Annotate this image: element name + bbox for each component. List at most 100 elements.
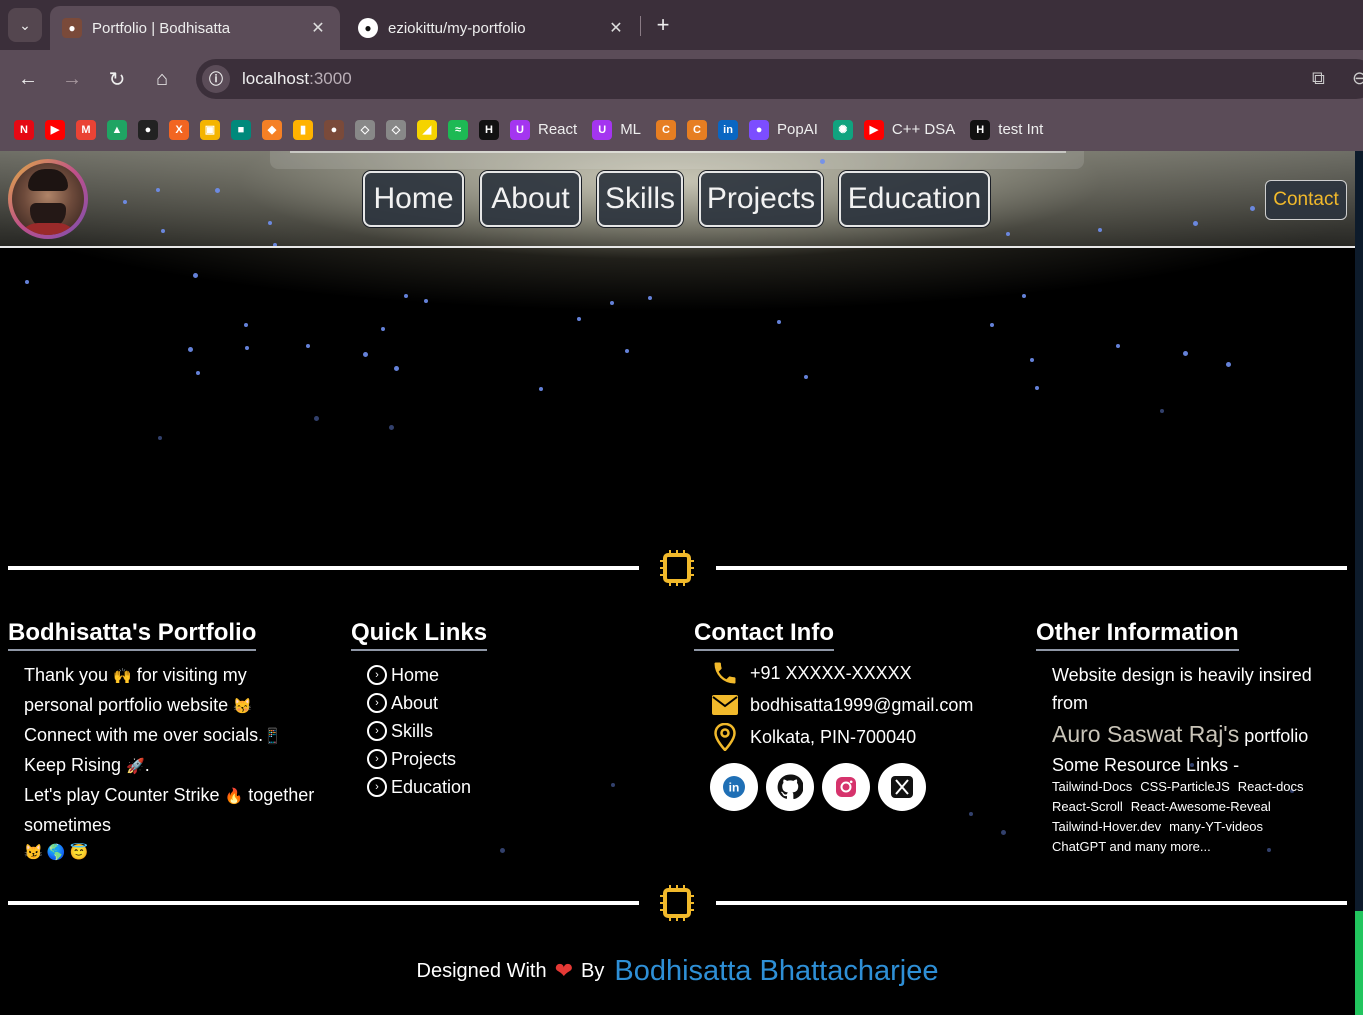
- resource-link[interactable]: Tailwind-Hover.dev: [1052, 819, 1161, 834]
- particle-dot: [381, 327, 385, 331]
- close-tab-icon[interactable]: ✕: [606, 18, 626, 38]
- portfolio-title: Bodhisatta's Portfolio: [8, 619, 257, 651]
- particle-dot: [820, 159, 825, 164]
- page-scrollbar[interactable]: [1355, 151, 1363, 1015]
- nav-about-button[interactable]: About: [480, 171, 581, 227]
- bookmark-udemy[interactable]: U ML: [592, 115, 645, 145]
- nav-education-button[interactable]: Education: [839, 171, 990, 227]
- open-in-app-icon[interactable]: ⧉: [1312, 68, 1325, 89]
- particle-dot: [404, 294, 408, 298]
- bookmark-hackerrank[interactable]: Htest Int: [970, 115, 1047, 145]
- quick-link-home[interactable]: › Home: [367, 661, 681, 689]
- quick-link-education[interactable]: › Education: [367, 773, 681, 801]
- particle-dot: [1226, 362, 1231, 367]
- instagram-icon[interactable]: [822, 763, 870, 811]
- forward-arrow-icon[interactable]: →: [58, 65, 86, 93]
- author-link[interactable]: Bodhisatta Bhattacharjee: [614, 955, 938, 988]
- resource-link[interactable]: CSS-ParticleJS: [1140, 779, 1230, 794]
- profile-favicon-icon: ●: [62, 18, 82, 38]
- profile-photo-icon: ●: [324, 119, 344, 140]
- resource-link[interactable]: many-YT-videos: [1169, 819, 1263, 834]
- quick-link-about[interactable]: › About: [367, 689, 681, 717]
- nav-skills-button[interactable]: Skills: [597, 171, 683, 227]
- x-icon[interactable]: [878, 763, 926, 811]
- bookmark-google-drive[interactable]: ▲: [107, 115, 127, 145]
- resource-link[interactable]: React-Awesome-Reveal: [1131, 799, 1271, 814]
- bookmark-codechef-2[interactable]: C: [687, 115, 708, 145]
- bookmark-label: ML: [620, 121, 642, 138]
- tab-search-dropdown-icon[interactable]: ⌄: [8, 8, 42, 42]
- footer-other-column: Other Information Website design is heav…: [1036, 619, 1351, 857]
- youtube-icon: ▶: [863, 119, 884, 140]
- tab-github[interactable]: ● eziokittu/my-portfolio ✕: [346, 6, 638, 50]
- new-tab-plus-icon[interactable]: +: [650, 12, 676, 38]
- chevron-right-circle-icon: ›: [367, 749, 387, 769]
- bookmark-netflix[interactable]: N: [14, 115, 34, 145]
- bookmark-spotify[interactable]: ≈: [448, 115, 468, 145]
- particle-dot: [1160, 409, 1164, 413]
- bookmark-chatgpt[interactable]: ✺: [832, 115, 853, 145]
- inspiration-link[interactable]: Auro Saswat Raj's: [1052, 721, 1239, 747]
- quick-link-projects[interactable]: › Projects: [367, 745, 681, 773]
- resource-link[interactable]: Tailwind-Docs: [1052, 779, 1132, 794]
- bookmark-udemy[interactable]: U React: [510, 115, 581, 145]
- particle-dot: [314, 416, 319, 421]
- resource-link[interactable]: React-docs: [1238, 779, 1304, 794]
- footer-quick-links-column: Quick Links › Home › About › Skills › Projec…: [351, 619, 681, 801]
- bookmark-youtube[interactable]: ▶: [45, 115, 65, 145]
- tab-portfolio[interactable]: ● Portfolio | Bodhisatta ✕: [50, 6, 340, 50]
- reload-icon[interactable]: ↻: [103, 65, 131, 93]
- zoom-icon[interactable]: ⊖: [1352, 68, 1363, 89]
- bookmark-codechef[interactable]: C: [656, 115, 677, 145]
- particle-dot: [161, 229, 165, 233]
- particle-dot: [1030, 358, 1034, 362]
- bookmark-github[interactable]: ●: [138, 115, 158, 145]
- avatar[interactable]: [8, 159, 88, 239]
- bookmark-unity-2[interactable]: ◇: [386, 115, 406, 145]
- back-arrow-icon[interactable]: ←: [14, 65, 42, 93]
- bookmark-hackerrank[interactable]: H: [479, 115, 499, 145]
- nav-home-button[interactable]: Home: [363, 171, 464, 227]
- scrollbar-thumb[interactable]: [1355, 911, 1363, 1015]
- other-info-title: Other Information: [1036, 619, 1239, 651]
- contact-button[interactable]: Contact: [1265, 180, 1347, 220]
- close-tab-icon[interactable]: ✕: [308, 18, 328, 38]
- url-text[interactable]: localhost:3000: [242, 69, 352, 89]
- contact-info-title: Contact Info: [694, 619, 834, 651]
- github-icon[interactable]: [766, 763, 814, 811]
- chatgpt-icon: ✺: [832, 119, 853, 140]
- home-icon[interactable]: ⌂: [148, 65, 176, 93]
- tab-title: eziokittu/my-portfolio: [388, 19, 526, 37]
- particle-dot: [215, 188, 220, 193]
- bookmark-popai[interactable]: ● PopAI: [749, 115, 822, 145]
- linkedin-icon[interactable]: in: [710, 763, 758, 811]
- bookmark-youtube[interactable]: ▶ C++ DSA: [863, 115, 959, 145]
- quick-link-skills[interactable]: › Skills: [367, 717, 681, 745]
- resource-links: Tailwind-Docs CSS-ParticleJS React-docs Re…: [1052, 777, 1342, 857]
- particle-dot: [245, 346, 249, 350]
- bookmark-profile-photo[interactable]: ●: [324, 115, 344, 145]
- bookmark-google-meet[interactable]: ■: [231, 115, 251, 145]
- bookmark-linkedin[interactable]: in: [718, 115, 739, 145]
- resource-link[interactable]: React-Scroll: [1052, 799, 1123, 814]
- resource-link[interactable]: ChatGPT and many more...: [1052, 839, 1211, 854]
- bookmark-label: test Int: [998, 121, 1044, 138]
- footer-portfolio-column: Bodhisatta's Portfolio Thank you 🙌 for v…: [8, 619, 338, 867]
- bookmark-stack[interactable]: ◆: [262, 115, 282, 145]
- faded-top-bar: [270, 151, 1084, 169]
- bookmark-x-app[interactable]: X: [169, 115, 189, 145]
- particle-dot: [193, 273, 198, 278]
- bookmark-gmail[interactable]: M: [76, 115, 96, 145]
- address-bar[interactable]: ⓘ localhost:3000 ⧉ ⊖: [196, 59, 1363, 99]
- particle-dot: [539, 387, 543, 391]
- nav-projects-button[interactable]: Projects: [699, 171, 823, 227]
- bookmark-chart-bars[interactable]: ▮: [293, 115, 313, 145]
- bookmark-unity[interactable]: ◇: [355, 115, 375, 145]
- footer-contact-column: Contact Info +91 XXXXX-XXXXX bodhisatta1…: [694, 619, 1024, 811]
- contact-email[interactable]: bodhisatta1999@gmail.com: [710, 689, 1024, 721]
- bookmark-google-classroom[interactable]: ▣: [200, 115, 220, 145]
- bookmark-yellow-app[interactable]: ◢: [417, 115, 437, 145]
- site-info-icon[interactable]: ⓘ: [202, 65, 230, 93]
- particle-dot: [363, 352, 368, 357]
- google-meet-icon: ■: [231, 119, 251, 140]
